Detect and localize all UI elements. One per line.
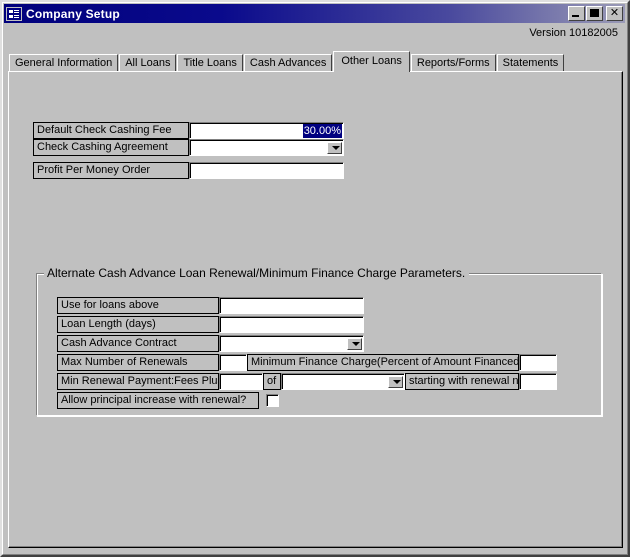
label-allow-principal-increase: Allow principal increase with renewal? [57, 392, 259, 409]
check-cashing-agreement-value [191, 141, 327, 155]
tab-statements[interactable]: Statements [496, 54, 565, 72]
tab-cash-advances[interactable]: Cash Advances [243, 54, 333, 72]
alternate-cash-advance-group: Alternate Cash Advance Loan Renewal/Mini… [36, 266, 603, 417]
default-check-cashing-fee-value: 30.00% [302, 123, 342, 138]
tab-label: Reports/Forms [416, 57, 490, 69]
tab-reports-forms[interactable]: Reports/Forms [410, 54, 496, 72]
input-use-for-loans-above[interactable] [219, 297, 364, 314]
tab-other-loans[interactable]: Other Loans [333, 51, 410, 72]
label-default-check-cashing-fee: Default Check Cashing Fee [33, 122, 189, 139]
form-window-icon [6, 6, 22, 21]
label-min-renewal-payment: Min Renewal Payment:Fees Plus [57, 373, 219, 390]
checkbox-allow-principal-increase[interactable] [266, 394, 279, 407]
chevron-down-icon[interactable] [347, 338, 362, 350]
input-loan-length-days[interactable] [219, 316, 364, 333]
label-profit-per-money-order: Profit Per Money Order [33, 162, 189, 179]
window-title: Company Setup [26, 6, 120, 21]
title-bar[interactable]: Company Setup ✕ [4, 4, 625, 23]
close-button[interactable]: ✕ [606, 6, 623, 21]
label-starting-with-renewal-no: starting with renewal no. [405, 373, 519, 390]
version-label: Version 10182005 [529, 27, 618, 39]
group-legend: Alternate Cash Advance Loan Renewal/Mini… [44, 266, 470, 280]
tab-label: Cash Advances [249, 57, 327, 69]
tab-strip: General Information All Loans Title Loan… [9, 51, 625, 72]
tab-page-other-loans: Default Check Cashing Fee 30.00% Check C… [8, 71, 623, 548]
label-loan-length-days: Loan Length (days) [57, 316, 219, 333]
input-min-renewal-payment-fees-plus[interactable] [219, 373, 263, 390]
tab-label: General Information [15, 57, 113, 69]
cash-advance-contract-value [221, 337, 347, 351]
chevron-down-icon[interactable] [388, 376, 403, 388]
dropdown-cash-advance-contract[interactable] [219, 335, 364, 352]
input-max-number-of-renewals[interactable] [219, 354, 247, 371]
label-cash-advance-contract: Cash Advance Contract [57, 335, 219, 352]
tab-all-loans[interactable]: All Loans [119, 54, 177, 72]
close-icon: ✕ [609, 7, 620, 19]
input-minimum-finance-charge[interactable] [519, 354, 557, 371]
minimize-button[interactable] [568, 6, 585, 21]
tab-label: Statements [502, 57, 559, 69]
chevron-down-icon[interactable] [327, 142, 342, 154]
dropdown-check-cashing-agreement[interactable] [189, 139, 344, 156]
tab-label: Title Loans [183, 57, 237, 69]
dropdown-min-renewal-payment-of[interactable] [281, 373, 405, 390]
label-max-number-of-renewals: Max Number of Renewals [57, 354, 219, 371]
tab-title-loans[interactable]: Title Loans [177, 54, 243, 72]
input-profit-per-money-order[interactable] [189, 162, 344, 179]
label-use-for-loans-above: Use for loans above [57, 297, 219, 314]
label-check-cashing-agreement: Check Cashing Agreement [33, 139, 189, 156]
input-starting-with-renewal-no[interactable] [519, 373, 557, 390]
company-setup-window: Company Setup ✕ Version 10182005 General… [0, 0, 630, 557]
maximize-button[interactable] [586, 6, 603, 21]
window-controls: ✕ [567, 6, 623, 21]
tab-label: All Loans [125, 57, 171, 69]
label-of: of [263, 373, 281, 390]
input-default-check-cashing-fee[interactable]: 30.00% [189, 122, 344, 139]
tab-label: Other Loans [341, 55, 402, 67]
tab-general-information[interactable]: General Information [9, 54, 119, 72]
label-minimum-finance-charge: Minimum Finance Charge(Percent of Amount… [247, 354, 519, 371]
min-renewal-payment-of-value [283, 375, 388, 389]
